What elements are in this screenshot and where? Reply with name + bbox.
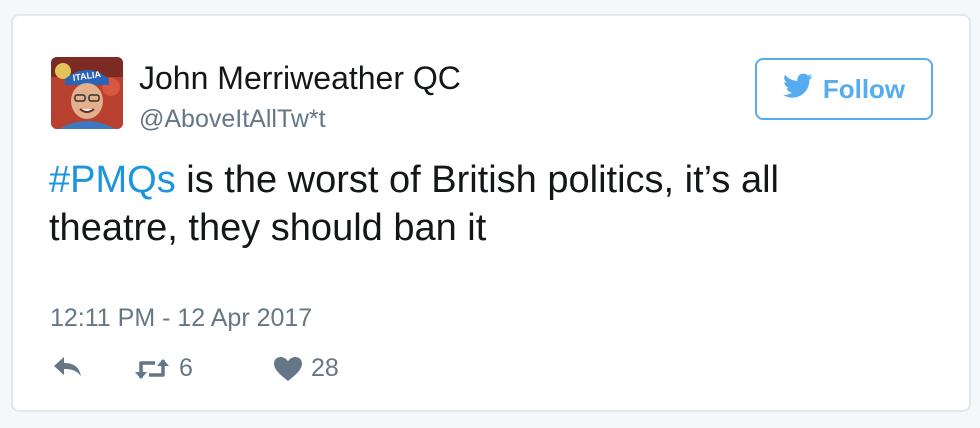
like-count: 28 xyxy=(311,354,339,382)
hashtag-link[interactable]: #PMQs xyxy=(49,159,176,201)
retweet-icon xyxy=(133,356,171,382)
user-handle[interactable]: @AboveItAllTw*t xyxy=(139,105,326,134)
heart-icon xyxy=(273,356,303,382)
avatar[interactable]: ITALIA xyxy=(51,57,123,129)
avatar-image: ITALIA xyxy=(51,57,123,129)
tweet-text: #PMQs is the worst of British politics, … xyxy=(49,156,909,252)
tweet-timestamp[interactable]: 12:11 PM - 12 Apr 2017 xyxy=(50,304,312,333)
reply-icon xyxy=(53,354,83,380)
like-button[interactable]: 28 xyxy=(273,354,339,383)
retweet-count: 6 xyxy=(179,354,193,382)
follow-button[interactable]: Follow xyxy=(755,58,933,120)
reply-button[interactable] xyxy=(53,354,83,380)
tweet-card: ITALIA John Merriweather QC @AboveItAllT… xyxy=(11,14,971,412)
follow-label: Follow xyxy=(822,73,906,104)
display-name[interactable]: John Merriweather QC xyxy=(139,60,461,97)
retweet-button[interactable]: 6 xyxy=(133,354,193,383)
twitter-bird-icon xyxy=(782,73,813,106)
